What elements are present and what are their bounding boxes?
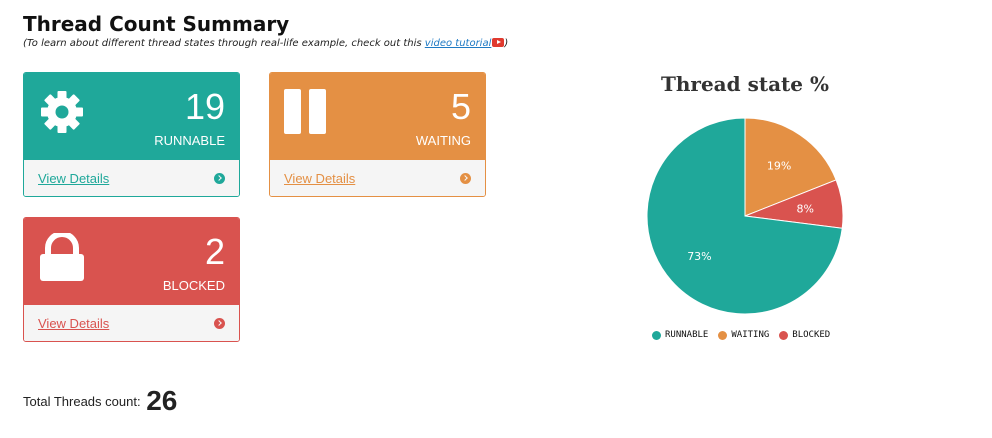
runnable-card: 19 RUNNABLE View Details xyxy=(23,72,240,197)
total-threads-label: Total Threads count: xyxy=(23,394,141,409)
runnable-label: RUNNABLE xyxy=(154,133,225,148)
legend-item-waiting[interactable]: WAITING xyxy=(718,330,769,340)
runnable-view-details-link[interactable]: View Details xyxy=(38,171,109,186)
subtitle-close: ) xyxy=(504,38,509,49)
gear-icon xyxy=(41,91,83,133)
total-threads-value: 26 xyxy=(146,385,178,416)
legend-item-blocked[interactable]: BLOCKED xyxy=(779,330,830,340)
blocked-label: BLOCKED xyxy=(162,278,225,293)
blocked-card: 2 BLOCKED View Details xyxy=(23,217,240,342)
chart-title: Thread state % xyxy=(661,72,829,96)
pie-label-blocked: 8% xyxy=(797,202,814,215)
waiting-count: 5 xyxy=(450,86,471,127)
waiting-label: WAITING xyxy=(415,133,471,148)
thread-state-pie-chart: 19% 8% 73% xyxy=(646,117,844,315)
legend-label-waiting: WAITING xyxy=(731,330,770,340)
chart-legend: RUNNABLE WAITING BLOCKED xyxy=(652,330,830,340)
blocked-count: 2 xyxy=(204,231,225,272)
blocked-card-header: 2 BLOCKED xyxy=(24,218,239,305)
page-subtitle: (To learn about different thread states … xyxy=(23,37,509,49)
waiting-card-footer[interactable]: View Details xyxy=(270,160,485,196)
lock-icon xyxy=(40,233,84,281)
youtube-icon[interactable] xyxy=(492,37,505,47)
runnable-count: 19 xyxy=(184,86,225,127)
legend-swatch-blocked xyxy=(779,330,789,340)
waiting-view-details-link[interactable]: View Details xyxy=(284,171,355,186)
waiting-card: 5 WAITING View Details xyxy=(269,72,486,197)
legend-label-blocked: BLOCKED xyxy=(792,330,831,340)
runnable-card-header: 19 RUNNABLE xyxy=(24,73,239,160)
runnable-card-footer[interactable]: View Details xyxy=(24,160,239,196)
subtitle-text: (To learn about different thread states … xyxy=(23,38,425,49)
arrow-right-circle-icon[interactable] xyxy=(214,173,225,184)
arrow-right-circle-icon[interactable] xyxy=(460,173,471,184)
pause-icon xyxy=(284,89,326,134)
legend-label-runnable: RUNNABLE xyxy=(665,330,709,340)
page-title: Thread Count Summary xyxy=(23,12,290,36)
legend-swatch-runnable xyxy=(652,330,661,340)
waiting-card-header: 5 WAITING xyxy=(270,73,485,160)
arrow-right-circle-icon[interactable] xyxy=(214,318,225,329)
pie-label-waiting: 19% xyxy=(767,160,791,173)
legend-item-runnable[interactable]: RUNNABLE xyxy=(652,330,708,340)
blocked-card-footer[interactable]: View Details xyxy=(24,305,239,341)
blocked-view-details-link[interactable]: View Details xyxy=(38,316,109,331)
pie-label-runnable: 73% xyxy=(687,250,711,263)
video-tutorial-link[interactable]: video tutorial xyxy=(425,38,492,49)
total-threads: Total Threads count: 26 xyxy=(23,385,177,417)
legend-swatch-waiting xyxy=(718,330,728,340)
